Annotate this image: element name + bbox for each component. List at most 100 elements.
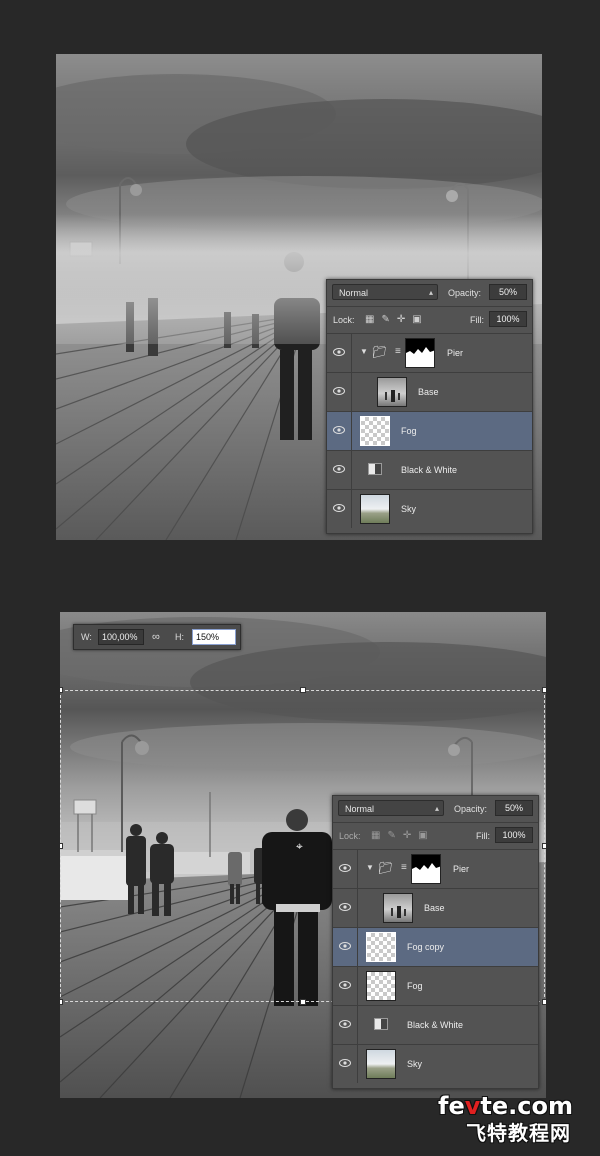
lock-row: Lock: ▦✎✛▣ Fill: 100% (327, 307, 532, 334)
layer-base[interactable]: Base (333, 889, 538, 928)
eye-icon[interactable] (333, 347, 345, 359)
blend-mode-dropdown[interactable]: Normal ▴ (338, 800, 444, 816)
fill-label: Fill: (470, 315, 484, 325)
transform-handle-top-left[interactable] (60, 687, 63, 693)
mask-thumbnail[interactable] (405, 338, 435, 368)
layer-name: Pier (453, 864, 470, 874)
watermark-chinese: 飞特教程网 (466, 1121, 571, 1145)
lock-icons: ▦✎✛▣ (371, 823, 435, 849)
layer-name: Base (418, 387, 439, 397)
layer-name: Black & White (401, 465, 458, 475)
reference-point-icon[interactable]: ⌖ (296, 840, 303, 852)
layer-name: Fog copy (407, 942, 445, 952)
lock-move-icon[interactable]: ✛ (403, 830, 418, 841)
fill-field[interactable]: 100% (495, 827, 533, 843)
mask-thumbnail[interactable] (411, 854, 441, 884)
eye-icon[interactable] (339, 1019, 351, 1031)
width-input[interactable]: 100,00% (98, 629, 144, 645)
opacity-field[interactable]: 50% (489, 284, 527, 300)
eye-icon[interactable] (333, 503, 345, 515)
layer-thumbnail[interactable] (366, 971, 396, 1001)
layer-name: Sky (401, 504, 417, 514)
eye-icon[interactable] (339, 863, 351, 875)
eye-icon[interactable] (333, 464, 345, 476)
dropdown-arrows-icon: ▴ (434, 804, 439, 813)
watermark-domain: fevte.com (438, 1092, 573, 1120)
folder-icon: 📁︎ (372, 345, 388, 359)
transform-handle-bottom-center[interactable] (300, 999, 306, 1005)
black-white-adjustment-icon[interactable] (368, 463, 382, 475)
layer-name: Base (424, 903, 445, 913)
lock-transparent-icon[interactable]: ▦ (365, 314, 381, 325)
blend-mode-dropdown[interactable]: Normal ▴ (332, 284, 438, 300)
layer-name: Fog (401, 426, 417, 436)
layer-fog[interactable]: Fog (327, 412, 532, 451)
eye-icon[interactable] (333, 386, 345, 398)
fill-field[interactable]: 100% (489, 311, 527, 327)
height-input[interactable]: 150% (192, 629, 236, 645)
layer-thumbnail[interactable] (366, 1049, 396, 1079)
layer-thumbnail[interactable] (366, 932, 396, 962)
opacity-label: Opacity: (454, 804, 488, 814)
layer-pier[interactable]: ▼ 📁︎ ≡ Pier (327, 334, 532, 373)
link-icon: ≡ (395, 346, 401, 357)
transform-handle-bottom-right[interactable] (542, 999, 546, 1005)
height-label: H: (175, 632, 184, 642)
layer-black-white[interactable]: Black & White (327, 451, 532, 490)
blend-mode-value: Normal (339, 288, 369, 298)
layer-thumbnail[interactable] (360, 416, 390, 446)
layers-panel-bottom: Normal ▴ Opacity: 50% Lock: ▦✎✛▣ Fill: 1… (332, 795, 539, 1089)
transform-handle-top-right[interactable] (542, 687, 546, 693)
layer-name: Fog (407, 981, 423, 991)
lock-row: Lock: ▦✎✛▣ Fill: 100% (333, 823, 538, 850)
layer-base[interactable]: Base (327, 373, 532, 412)
link-icon: ≡ (401, 862, 407, 873)
eye-icon[interactable] (339, 1058, 351, 1070)
lock-transparent-icon[interactable]: ▦ (371, 830, 387, 841)
lock-brush-icon[interactable]: ✎ (387, 830, 402, 841)
blend-mode-value: Normal (345, 804, 375, 814)
layer-thumbnail[interactable] (377, 377, 407, 407)
layer-thumbnail[interactable] (383, 893, 413, 923)
expand-triangle-icon[interactable]: ▼ (360, 347, 368, 356)
eye-icon[interactable] (339, 941, 351, 953)
transform-handle-middle-right[interactable] (542, 843, 546, 849)
black-white-adjustment-icon[interactable] (374, 1018, 388, 1030)
transform-handle-bottom-left[interactable] (60, 999, 63, 1005)
layer-thumbnail[interactable] (360, 494, 390, 524)
lock-icons: ▦✎✛▣ (365, 307, 429, 333)
dropdown-arrows-icon: ▴ (428, 288, 433, 297)
width-label: W: (81, 632, 92, 642)
layers-panel-top: Normal ▴ Opacity: 50% Lock: ▦✎✛▣ Fill: 1… (326, 279, 533, 534)
layer-fog[interactable]: Fog (333, 967, 538, 1006)
lock-label: Lock: (339, 831, 361, 841)
blend-row: Normal ▴ Opacity: 50% (333, 796, 538, 823)
lock-label: Lock: (333, 315, 355, 325)
layer-fog-copy[interactable]: Fog copy (333, 928, 538, 967)
blend-row: Normal ▴ Opacity: 50% (327, 280, 532, 307)
transform-size-toolbar: W: 100,00% ∞ H: 150% (73, 624, 241, 650)
layer-black-white[interactable]: Black & White (333, 1006, 538, 1045)
layer-sky[interactable]: Sky (333, 1045, 538, 1083)
lock-all-icon[interactable]: ▣ (418, 830, 434, 841)
link-proportions-icon[interactable]: ∞ (152, 625, 160, 649)
eye-icon[interactable] (339, 902, 351, 914)
transform-handle-middle-left[interactable] (60, 843, 63, 849)
layer-sky[interactable]: Sky (327, 490, 532, 528)
opacity-label: Opacity: (448, 288, 482, 298)
eye-icon[interactable] (339, 980, 351, 992)
expand-triangle-icon[interactable]: ▼ (366, 863, 374, 872)
lock-all-icon[interactable]: ▣ (412, 314, 428, 325)
transform-handle-top-center[interactable] (300, 687, 306, 693)
eye-icon[interactable] (333, 425, 345, 437)
lock-brush-icon[interactable]: ✎ (381, 314, 396, 325)
opacity-field[interactable]: 50% (495, 800, 533, 816)
lock-move-icon[interactable]: ✛ (397, 314, 412, 325)
fill-label: Fill: (476, 831, 490, 841)
layer-name: Pier (447, 348, 464, 358)
layer-name: Sky (407, 1059, 423, 1069)
folder-icon: 📁︎ (378, 861, 394, 875)
layer-name: Black & White (407, 1020, 464, 1030)
layer-pier[interactable]: ▼ 📁︎ ≡ Pier (333, 850, 538, 889)
watermark: fevte.com 飞特教程网 (436, 1092, 596, 1152)
